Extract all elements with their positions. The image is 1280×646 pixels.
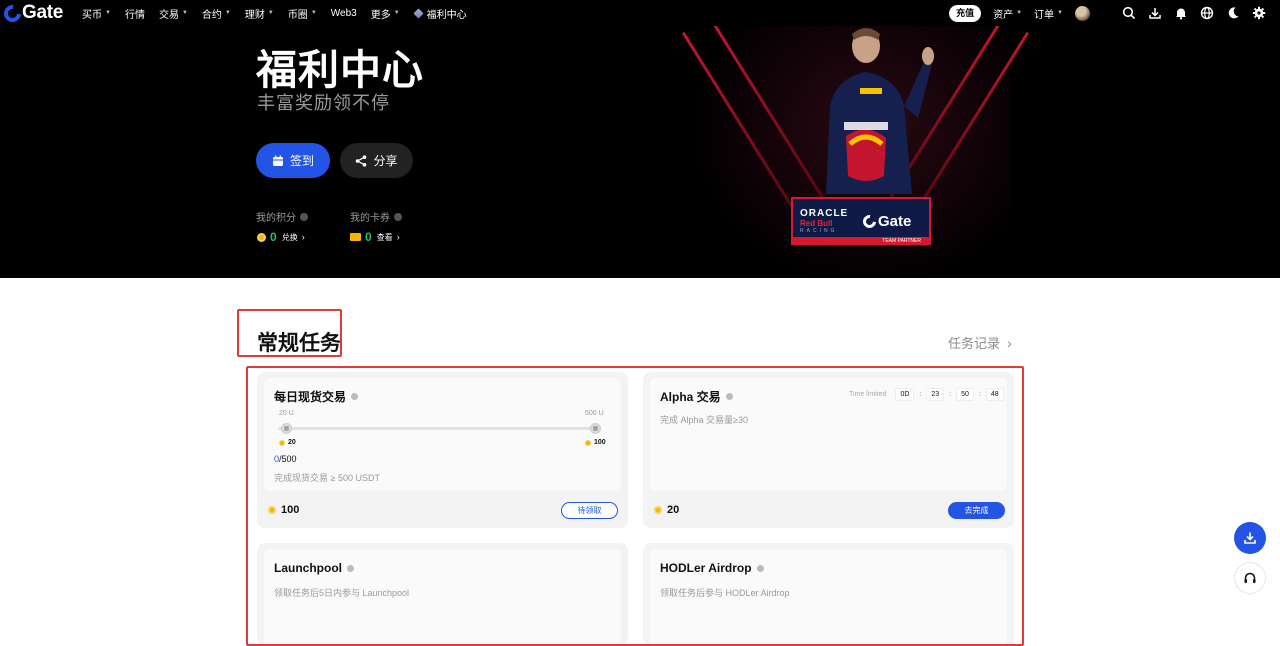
chevron-right-icon: › bbox=[1007, 334, 1012, 351]
signin-button[interactable]: 签到 bbox=[256, 143, 330, 178]
share-button[interactable]: 分享 bbox=[340, 143, 413, 178]
chevron-down-icon: ▼ bbox=[393, 10, 400, 16]
chevron-down-icon: ▼ bbox=[1016, 10, 1023, 16]
search-icon[interactable] bbox=[1122, 6, 1136, 20]
gate-logo[interactable]: Gate bbox=[0, 1, 64, 25]
headset-icon bbox=[1244, 572, 1256, 583]
points-value[interactable]: 0 兑换 › bbox=[257, 230, 305, 244]
settings-icon[interactable] bbox=[1252, 6, 1266, 20]
points-label: 我的积分 bbox=[256, 209, 308, 224]
download-icon bbox=[1244, 532, 1256, 544]
download-app-button[interactable] bbox=[1234, 522, 1266, 554]
gate-logo-icon bbox=[0, 1, 25, 25]
moon-icon[interactable] bbox=[1226, 6, 1240, 20]
coupons-label: 我的卡券 bbox=[350, 209, 402, 224]
top-nav: Gate 买币 ▼ 行情 交易 ▼ 合约 ▼ 理财 ▼ 币圈 ▼ Web3 更多 ▼ 福利中… bbox=[0, 0, 1280, 26]
nav-more[interactable]: 更多 ▼ bbox=[371, 6, 400, 21]
chevron-down-icon: ▼ bbox=[1057, 10, 1063, 16]
support-button[interactable] bbox=[1234, 562, 1266, 594]
ticket-icon bbox=[350, 233, 361, 241]
nav-rewards-hub[interactable]: 福利中心 bbox=[413, 6, 467, 21]
hero-banner: 福利中心 丰富奖励领不停 签到 分享 我的积分 0 兑换 › 我的卡券 0 查看… bbox=[0, 26, 1280, 278]
highlight-box bbox=[237, 309, 342, 357]
avatar[interactable] bbox=[1075, 5, 1090, 21]
gate-logo-icon bbox=[860, 211, 879, 231]
globe-icon[interactable] bbox=[1200, 6, 1214, 20]
chevron-down-icon: ▼ bbox=[105, 10, 111, 16]
nav-square[interactable]: 币圈 ▼ bbox=[288, 6, 317, 21]
help-icon[interactable] bbox=[300, 212, 308, 221]
nav-trade[interactable]: 交易 ▼ bbox=[159, 6, 188, 21]
nav-buy-crypto[interactable]: 买币 ▼ bbox=[82, 6, 111, 21]
nav-web3[interactable]: Web3 bbox=[331, 8, 357, 19]
chevron-down-icon: ▼ bbox=[224, 10, 231, 16]
help-icon[interactable] bbox=[394, 212, 402, 221]
chevron-right-icon: › bbox=[301, 232, 305, 242]
coupons-value[interactable]: 0 查看 › bbox=[350, 230, 400, 244]
task-record-link[interactable]: 任务记录 › bbox=[948, 333, 1012, 352]
brand-name: Gate bbox=[22, 2, 64, 23]
page-title: 福利中心 bbox=[256, 47, 424, 93]
share-icon bbox=[356, 154, 367, 167]
chevron-down-icon: ▼ bbox=[310, 10, 317, 16]
cube-icon bbox=[413, 7, 424, 19]
bell-icon[interactable] bbox=[1174, 6, 1188, 20]
chevron-down-icon: ▼ bbox=[267, 10, 274, 16]
nav-orders[interactable]: 订单 ▼ bbox=[1034, 6, 1063, 21]
recharge-button[interactable]: 充值 bbox=[949, 4, 982, 22]
nav-assets[interactable]: 资产 ▼ bbox=[993, 6, 1022, 21]
coin-icon bbox=[257, 232, 266, 242]
nav-menu: 买币 ▼ 行情 交易 ▼ 合约 ▼ 理财 ▼ 币圈 ▼ Web3 更多 ▼ 福利中心 bbox=[82, 0, 481, 26]
chevron-right-icon: › bbox=[396, 232, 400, 242]
nav-earn[interactable]: 理财 ▼ bbox=[245, 6, 274, 21]
calendar-icon bbox=[272, 155, 283, 166]
nav-right: 充值 资产 ▼ 订单 ▼ bbox=[949, 0, 1266, 26]
team-partner-badge: ORACLE Red Bull RACING Gate TEAM PARTNER bbox=[791, 197, 931, 245]
highlight-box bbox=[246, 366, 1024, 646]
nav-futures[interactable]: 合约 ▼ bbox=[202, 6, 231, 21]
nav-markets[interactable]: 行情 bbox=[125, 6, 145, 21]
page-subtitle: 丰富奖励领不停 bbox=[257, 93, 390, 113]
driver-image bbox=[826, 28, 934, 194]
chevron-down-icon: ▼ bbox=[181, 10, 188, 16]
download-icon[interactable] bbox=[1148, 6, 1162, 20]
